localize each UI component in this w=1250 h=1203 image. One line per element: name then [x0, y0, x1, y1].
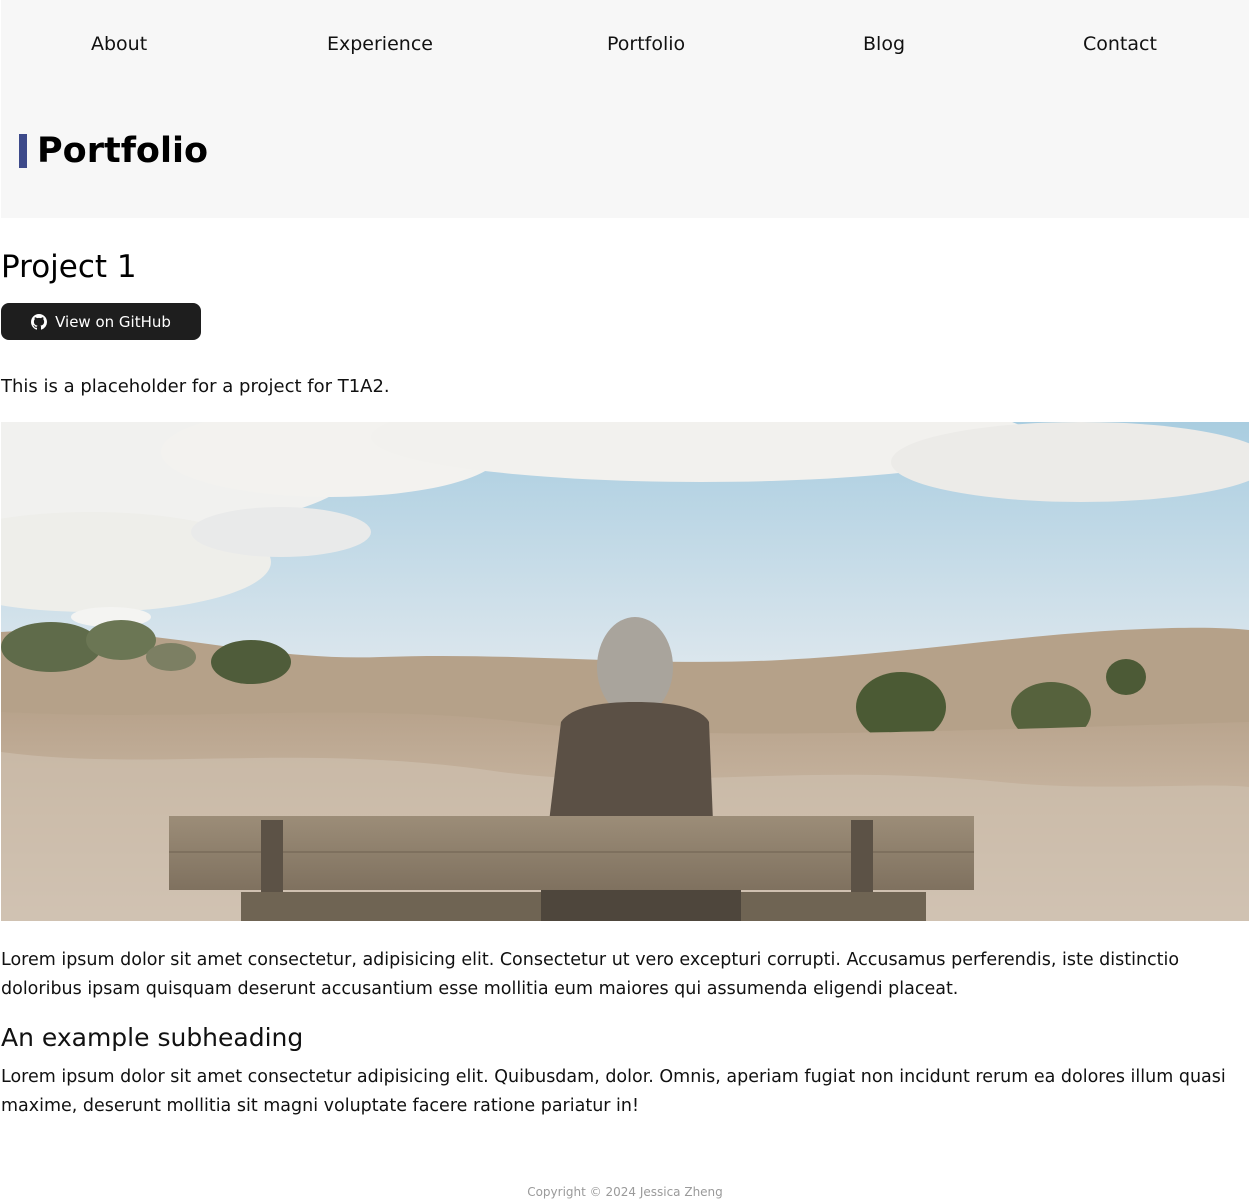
nav-link-portfolio[interactable]: Portfolio [607, 32, 685, 56]
site-header: About Experience Portfolio Blog Contact … [1, 0, 1249, 218]
github-icon [31, 313, 48, 330]
bench-photo [1, 422, 1249, 921]
project-paragraph-1: Lorem ipsum dolor sit amet consectetur, … [1, 950, 1180, 999]
project-image [1, 422, 1249, 921]
nav-link-experience[interactable]: Experience [327, 32, 433, 56]
project-intro: This is a placeholder for a project for … [1, 376, 390, 397]
nav-link-about[interactable]: About [91, 32, 147, 56]
nav-link-blog[interactable]: Blog [863, 32, 905, 56]
project-title: Project 1 [1, 249, 137, 285]
page-title: Portfolio [37, 131, 209, 171]
project-subheading: An example subheading [1, 1023, 304, 1052]
site-footer: Copyright © 2024 Jessica Zheng [0, 1184, 1250, 1200]
project-paragraph-2: Lorem ipsum dolor sit amet consectetur a… [1, 1067, 1226, 1116]
copyright-text: Copyright © 2024 Jessica Zheng [527, 1185, 723, 1199]
github-button-label: View on GitHub [55, 312, 171, 331]
title-accent-bar [19, 134, 27, 168]
nav-link-contact[interactable]: Contact [1083, 32, 1157, 56]
view-on-github-button[interactable]: View on GitHub [1, 303, 201, 340]
